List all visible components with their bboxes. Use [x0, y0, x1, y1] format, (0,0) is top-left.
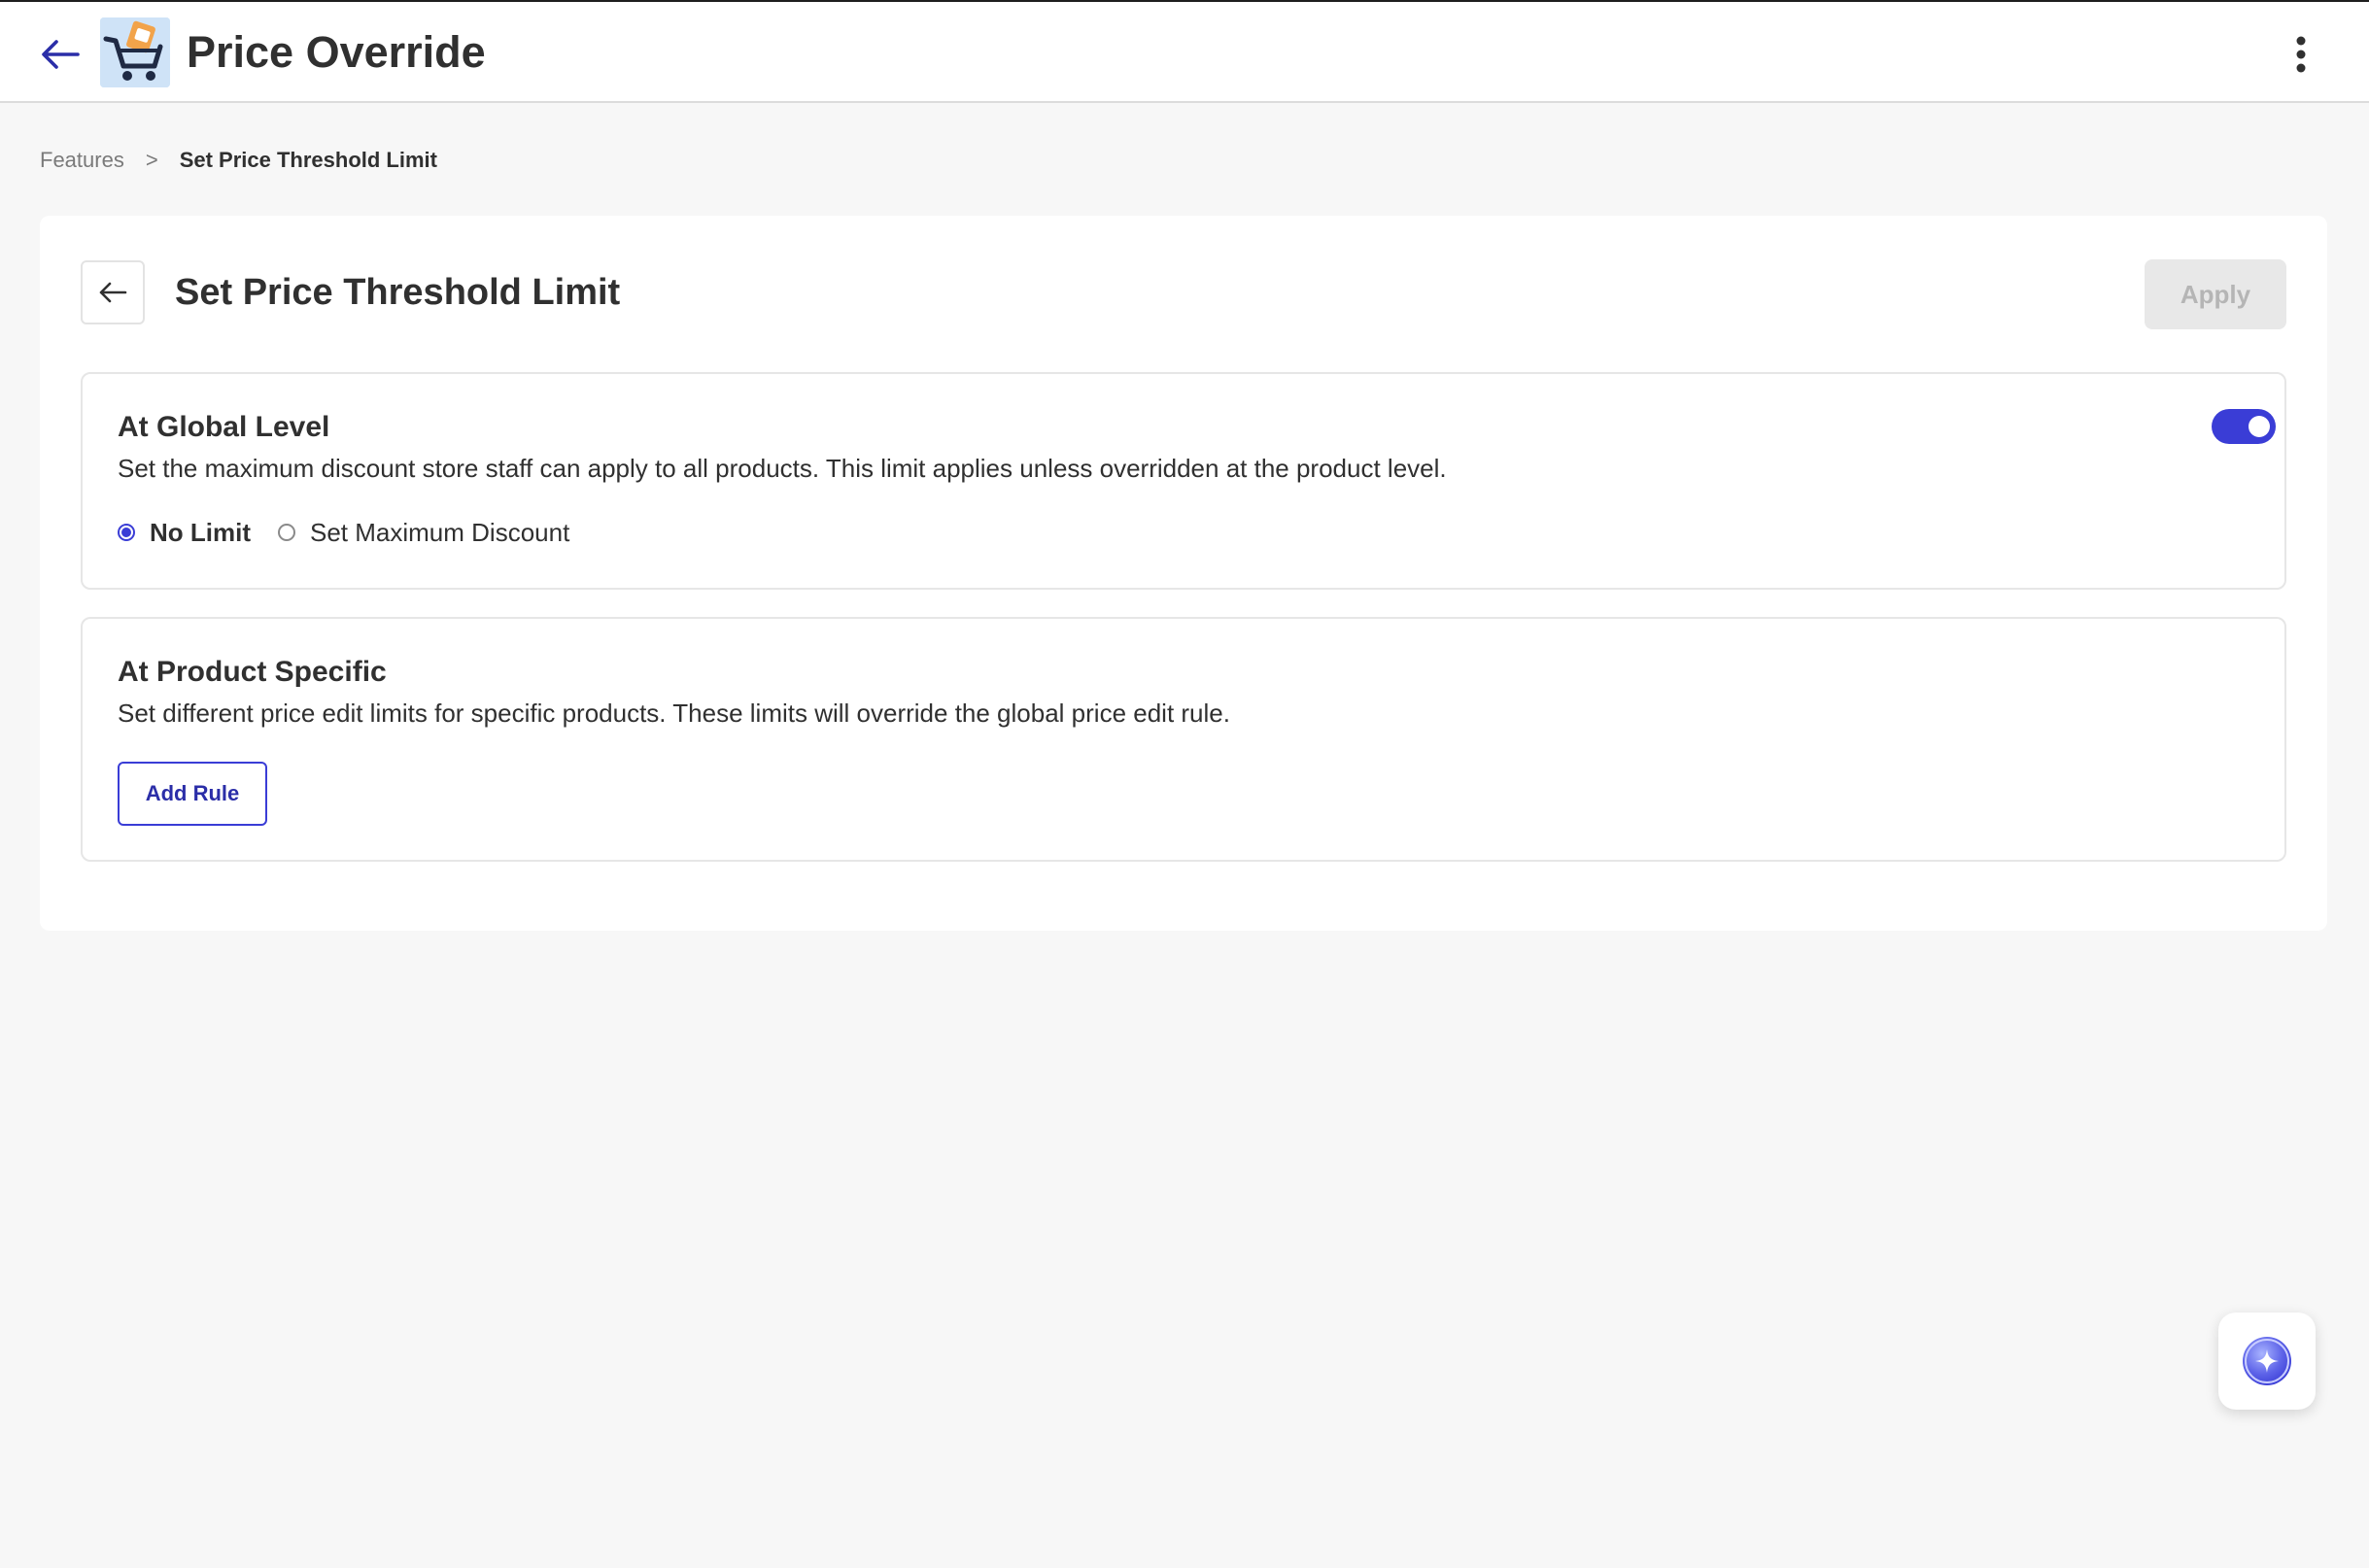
global-level-toggle[interactable] — [2212, 409, 2276, 444]
radio-checked-icon — [118, 524, 135, 541]
apply-button[interactable]: Apply — [2145, 259, 2286, 329]
kebab-menu-icon — [2296, 36, 2306, 73]
global-level-description: Set the maximum discount store staff can… — [118, 454, 1447, 483]
global-level-title: At Global Level — [118, 411, 330, 443]
product-specific-title: At Product Specific — [118, 656, 387, 688]
breadcrumb-current: Set Price Threshold Limit — [179, 148, 437, 172]
radio-unchecked-icon — [278, 524, 295, 541]
assistant-button[interactable] — [2218, 1312, 2316, 1410]
no-limit-label: No Limit — [150, 517, 251, 547]
arrow-left-icon — [42, 40, 80, 69]
app-header: Price Override — [0, 0, 2369, 103]
no-limit-radio[interactable]: No Limit — [118, 518, 251, 548]
app-title: Price Override — [187, 27, 486, 77]
toggle-knob — [2249, 416, 2270, 437]
card-back-button[interactable] — [81, 260, 145, 324]
app-logo — [100, 17, 170, 87]
page-title: Set Price Threshold Limit — [175, 272, 621, 313]
global-level-section: At Global Level Set the maximum discount… — [81, 372, 2286, 590]
header-back-button[interactable] — [35, 29, 86, 80]
product-specific-section: At Product Specific Set different price … — [81, 617, 2286, 862]
set-maximum-discount-radio[interactable]: Set Maximum Discount — [278, 518, 569, 548]
product-specific-description: Set different price edit limits for spec… — [118, 699, 1230, 728]
add-rule-button[interactable]: Add Rule — [118, 762, 267, 826]
breadcrumb-separator: > — [145, 148, 158, 172]
threshold-settings-card: Set Price Threshold Limit Apply At Globa… — [40, 216, 2327, 931]
set-maximum-discount-label: Set Maximum Discount — [310, 517, 570, 547]
global-limit-radio-group: No Limit Set Maximum Discount — [118, 516, 597, 549]
more-options-button[interactable] — [2280, 29, 2322, 80]
breadcrumb: Features > Set Price Threshold Limit — [40, 146, 437, 175]
breadcrumb-features-link[interactable]: Features — [40, 148, 124, 173]
arrow-left-icon — [99, 282, 127, 303]
shopping-cart-logo-icon — [100, 17, 170, 87]
sparkle-assistant-icon — [2243, 1337, 2291, 1385]
